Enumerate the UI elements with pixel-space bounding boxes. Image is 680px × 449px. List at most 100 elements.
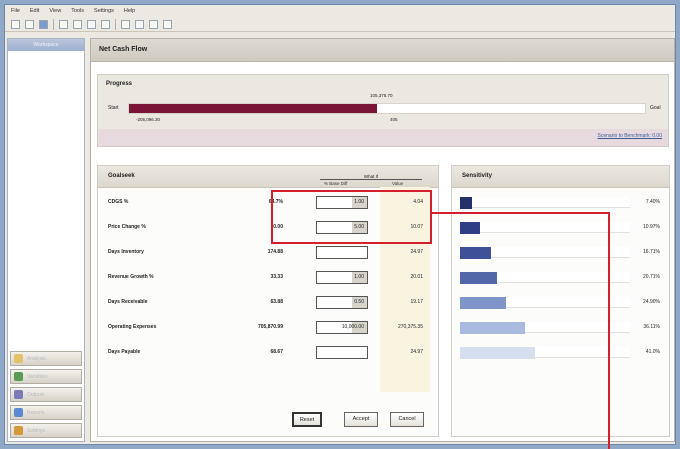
sensitivity-title: Sensitivity (452, 166, 669, 188)
row-input[interactable]: 0.50 (316, 296, 368, 309)
sensitivity-row: 10.97% (460, 219, 660, 236)
sensitivity-row: 41.0% (460, 344, 660, 361)
table-row: Revenue Growth % 33.33 1.00 20.01 (98, 269, 438, 286)
progress-fill (129, 104, 377, 113)
sidebar-item-variables[interactable]: Variables (10, 369, 82, 384)
sensitivity-bar (460, 272, 498, 284)
row-label: Days Receivable (108, 299, 148, 305)
sidebar-header: Workspace (8, 39, 84, 51)
progress-end-label: Goal (650, 105, 661, 111)
row-current: 68.67 (270, 349, 283, 355)
sensitivity-bar (460, 347, 535, 359)
sensitivity-pct: 24.90% (643, 299, 660, 305)
what-if-header: What If (320, 174, 422, 180)
row-label: Price Change % (108, 224, 146, 230)
menu-file[interactable]: File (11, 8, 20, 14)
copy-icon[interactable] (87, 19, 96, 29)
row-current: 174.88 (267, 249, 283, 255)
sidebar-item-outputs[interactable]: Outputs (10, 387, 82, 402)
sensitivity-pct: 36.11% (643, 324, 660, 330)
print-icon[interactable] (59, 19, 68, 29)
callout-line (432, 212, 610, 214)
toolbar (5, 17, 675, 32)
chart-icon[interactable] (149, 19, 158, 29)
benchmark-link[interactable]: Scenario to Benchmark: 0.00 (598, 133, 662, 139)
sensitivity-bar (460, 247, 491, 259)
row-input[interactable]: 1.00 (316, 271, 368, 284)
sidebar-item-analysis[interactable]: Analysis (10, 351, 82, 366)
new-icon[interactable] (11, 19, 20, 29)
sensitivity-row: 36.11% (460, 319, 660, 336)
table-row: Days Inventory 174.88 24.97 (98, 244, 438, 261)
sensitivity-bar (460, 222, 481, 234)
progress-current-value: 105,375.70 (370, 93, 393, 98)
analysis-icon (14, 354, 23, 363)
menu-settings[interactable]: Settings (94, 8, 114, 14)
menu-edit[interactable]: Edit (30, 8, 39, 14)
sensitivity-bar (460, 297, 506, 309)
row-label: CDGS % (108, 199, 129, 205)
redo-icon[interactable] (135, 19, 144, 29)
help-icon[interactable] (163, 19, 172, 29)
sensitivity-panel: Sensitivity 7.40% 10.97% 16.71% 20.71% 24.90… (451, 165, 670, 437)
bar-track (460, 197, 630, 208)
callout-line (608, 212, 610, 449)
settings-icon (14, 426, 23, 435)
row-value: 20.01 (410, 274, 423, 280)
table-row: Operating Expenses 705,870.99 10,000.00 … (98, 319, 438, 336)
menu-view[interactable]: View (49, 8, 61, 14)
sidebar-item-settings[interactable]: Settings (10, 423, 82, 438)
sensitivity-bar (460, 322, 525, 334)
save-icon[interactable] (39, 19, 48, 29)
progress-start-label: Start (108, 105, 119, 111)
row-label: Revenue Growth % (108, 274, 154, 280)
row-current: 705,870.99 (257, 324, 283, 330)
reports-icon (14, 408, 23, 417)
sensitivity-pct: 16.71% (643, 249, 660, 255)
row-input[interactable] (316, 246, 368, 259)
variables-icon (14, 372, 23, 381)
progress-panel: Progress 105,375.70 Start Goal -205,096.… (97, 74, 669, 147)
page-title: Net Cash Flow (91, 39, 674, 62)
row-current: 33.33 (270, 274, 283, 280)
sensitivity-row: 16.71% (460, 244, 660, 261)
progress-title: Progress (106, 81, 133, 87)
outputs-icon (14, 390, 23, 399)
row-label: Days Payable (108, 349, 141, 355)
table-row: Days Payable 68.67 24.97 (98, 344, 438, 361)
progress-track (128, 103, 646, 114)
open-icon[interactable] (25, 19, 34, 29)
value-header: Value (392, 181, 404, 186)
cut-icon[interactable] (73, 19, 82, 29)
sensitivity-row: 7.40% (460, 194, 660, 211)
cancel-button[interactable]: Cancel (390, 412, 424, 427)
sensitivity-pct: 7.40% (645, 199, 660, 205)
paste-icon[interactable] (101, 19, 110, 29)
row-value: 24.97 (410, 349, 423, 355)
undo-icon[interactable] (121, 19, 130, 29)
base-diff-header: % Base Diff (324, 181, 348, 186)
accept-button[interactable]: Accept (344, 412, 378, 427)
sensitivity-bar (460, 197, 472, 209)
progress-min-value: -205,096.30 (136, 117, 161, 122)
progress-strip (98, 129, 668, 146)
highlight-box (271, 190, 432, 244)
row-current: 63.88 (270, 299, 283, 305)
row-input[interactable]: 10,000.00 (316, 321, 368, 334)
menu-tools[interactable]: Tools (71, 8, 84, 14)
row-value: 24.97 (410, 249, 423, 255)
menu-help[interactable]: Help (124, 8, 135, 14)
sensitivity-pct: 10.97% (643, 224, 660, 230)
table-row: Days Receivable 63.88 0.50 19.17 (98, 294, 438, 311)
row-value: 19.17 (410, 299, 423, 305)
sidebar: Workspace Analysis Variables Outputs Rep… (7, 38, 85, 442)
sidebar-item-reports[interactable]: Reports (10, 405, 82, 420)
reset-button[interactable]: Reset (292, 412, 322, 427)
toolbar-separator (53, 18, 54, 30)
menu-bar: File Edit View Tools Settings Help (5, 5, 675, 16)
row-value: 270,375.35 (397, 324, 423, 330)
row-input[interactable] (316, 346, 368, 359)
progress-max-value: 405 (390, 117, 398, 122)
sensitivity-pct: 41.0% (645, 349, 660, 355)
toolbar-separator (115, 18, 116, 30)
